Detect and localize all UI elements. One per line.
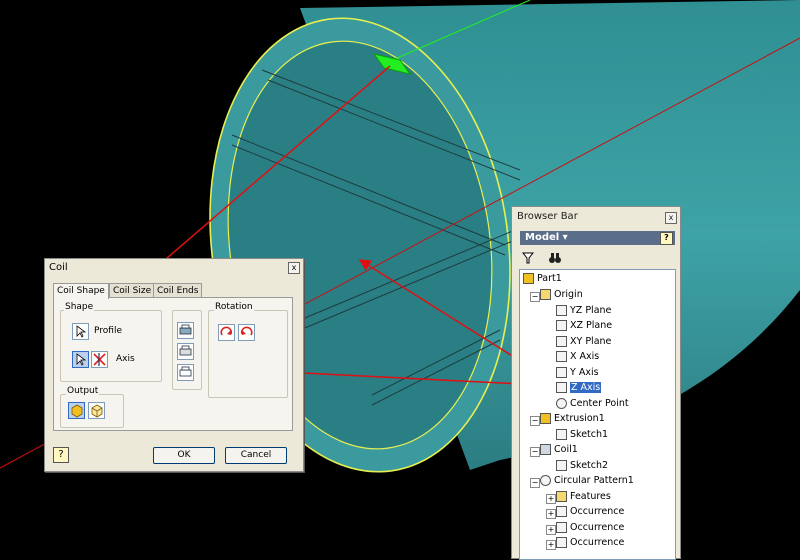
axis-icon	[556, 367, 567, 378]
expand-icon[interactable]: +	[546, 525, 556, 535]
tree-item-features[interactable]: Features	[556, 490, 611, 504]
tree-item-part1[interactable]: Part1	[523, 272, 562, 286]
model-dropdown[interactable]: Model ▾ ?	[520, 231, 675, 245]
tab-coil-shape[interactable]: Coil Shape	[53, 283, 109, 299]
tree-item-origin[interactable]: Origin	[540, 288, 583, 302]
tree-item-xz-plane[interactable]: XZ Plane	[556, 319, 612, 333]
surface-output-button[interactable]	[88, 402, 105, 419]
flip-icon	[93, 353, 106, 366]
plane-icon	[556, 336, 567, 347]
tree-item-sketch2[interactable]: Sketch2	[556, 459, 608, 473]
tree-item-center-point[interactable]: Center Point	[556, 397, 629, 411]
tree-item-occurrence[interactable]: Occurrence	[556, 505, 624, 519]
browser-bar: Browser Bar x Model ▾ ? Part1 − Origin Y…	[511, 206, 681, 560]
axis-icon	[556, 351, 567, 362]
sketch-icon	[556, 429, 567, 440]
tree-item-y-axis[interactable]: Y Axis	[556, 366, 599, 380]
tree-item-circular-pattern1[interactable]: Circular Pattern1	[540, 474, 634, 488]
folder-icon	[540, 289, 551, 300]
binoculars-icon[interactable]	[548, 252, 562, 264]
coil-dialog-title: Coil	[49, 262, 68, 273]
rotation-group-label: Rotation	[214, 302, 254, 312]
axis-label: Axis	[116, 354, 135, 364]
filter-icon[interactable]	[522, 252, 534, 264]
coil-icon	[540, 444, 551, 455]
tree-item-xy-plane[interactable]: XY Plane	[556, 335, 611, 349]
close-icon[interactable]: x	[288, 262, 300, 274]
browser-bar-title: Browser Bar	[517, 211, 578, 222]
part-icon	[523, 273, 534, 284]
profile-select-button[interactable]	[72, 323, 89, 340]
coil-shape-panel: Shape Profile Axis Rotation Output	[53, 297, 293, 431]
tree-item-yz-plane[interactable]: YZ Plane	[556, 304, 611, 318]
occurrence-icon	[556, 522, 567, 533]
tree-item-x-axis[interactable]: X Axis	[556, 350, 599, 364]
extrusion-icon	[540, 413, 551, 424]
axis-select-button[interactable]	[72, 351, 89, 368]
ok-button[interactable]: OK	[153, 447, 215, 464]
model-tree[interactable]: Part1 − Origin YZ Plane XZ Plane XY Plan…	[519, 269, 676, 560]
output-group-label: Output	[66, 386, 100, 396]
occurrence-icon	[556, 506, 567, 517]
tab-coil-size[interactable]: Coil Size	[109, 283, 156, 298]
tree-item-sketch1[interactable]: Sketch1	[556, 428, 608, 442]
rotate-ccw-button[interactable]	[238, 324, 255, 341]
cursor-icon	[76, 353, 87, 366]
close-icon[interactable]: x	[665, 212, 677, 224]
cancel-button[interactable]: Cancel	[225, 447, 287, 464]
expand-icon[interactable]: +	[546, 540, 556, 550]
folder-icon	[556, 491, 567, 502]
expand-icon[interactable]: +	[546, 494, 556, 504]
point-icon	[556, 398, 567, 409]
pitch-revolution-button[interactable]	[177, 322, 194, 339]
browser-bar-titlebar: Browser Bar x	[512, 207, 680, 227]
rotate-cw-button[interactable]	[218, 324, 235, 341]
revolution-height-button[interactable]	[177, 343, 194, 360]
model-label: Model ▾	[525, 232, 568, 243]
tree-item-occurrence[interactable]: Occurrence	[556, 536, 624, 550]
pitch-height-button[interactable]	[177, 364, 194, 381]
tree-item-z-axis[interactable]: Z Axis	[556, 381, 602, 395]
tree-item-occurrence[interactable]: Occurrence	[556, 521, 624, 535]
plane-icon	[556, 305, 567, 316]
printer-icon	[179, 324, 192, 335]
solid-output-button[interactable]	[68, 402, 85, 419]
occurrence-icon	[556, 537, 567, 548]
tree-item-extrusion1[interactable]: Extrusion1	[540, 412, 605, 426]
flip-axis-button[interactable]	[91, 351, 108, 368]
surface-cube-icon	[91, 404, 103, 418]
solid-cube-icon	[71, 404, 83, 418]
profile-label: Profile	[94, 326, 122, 336]
collapse-icon[interactable]: −	[530, 447, 540, 457]
tree-item-coil1[interactable]: Coil1	[540, 443, 578, 457]
printer-icon	[179, 366, 192, 377]
tab-coil-ends[interactable]: Coil Ends	[153, 283, 203, 298]
cursor-icon	[76, 325, 87, 338]
coil-dialog-titlebar: Coil x	[45, 259, 303, 276]
plane-icon	[556, 320, 567, 331]
collapse-icon[interactable]: −	[530, 292, 540, 302]
expand-icon[interactable]: +	[546, 509, 556, 519]
rotate-counterclockwise-icon	[240, 326, 253, 336]
help-icon[interactable]: ?	[660, 232, 673, 245]
shape-group	[60, 310, 162, 382]
collapse-icon[interactable]: −	[530, 416, 540, 426]
coil-dialog: Coil x Coil Shape Coil Size Coil Ends Sh…	[44, 258, 304, 472]
shape-group-label: Shape	[64, 302, 95, 312]
pattern-icon	[540, 475, 551, 486]
printer-icon	[179, 345, 192, 356]
collapse-icon[interactable]: −	[530, 478, 540, 488]
help-icon[interactable]: ?	[53, 447, 69, 463]
rotate-clockwise-icon	[220, 326, 233, 336]
axis-icon	[556, 382, 567, 393]
sketch-icon	[556, 460, 567, 471]
